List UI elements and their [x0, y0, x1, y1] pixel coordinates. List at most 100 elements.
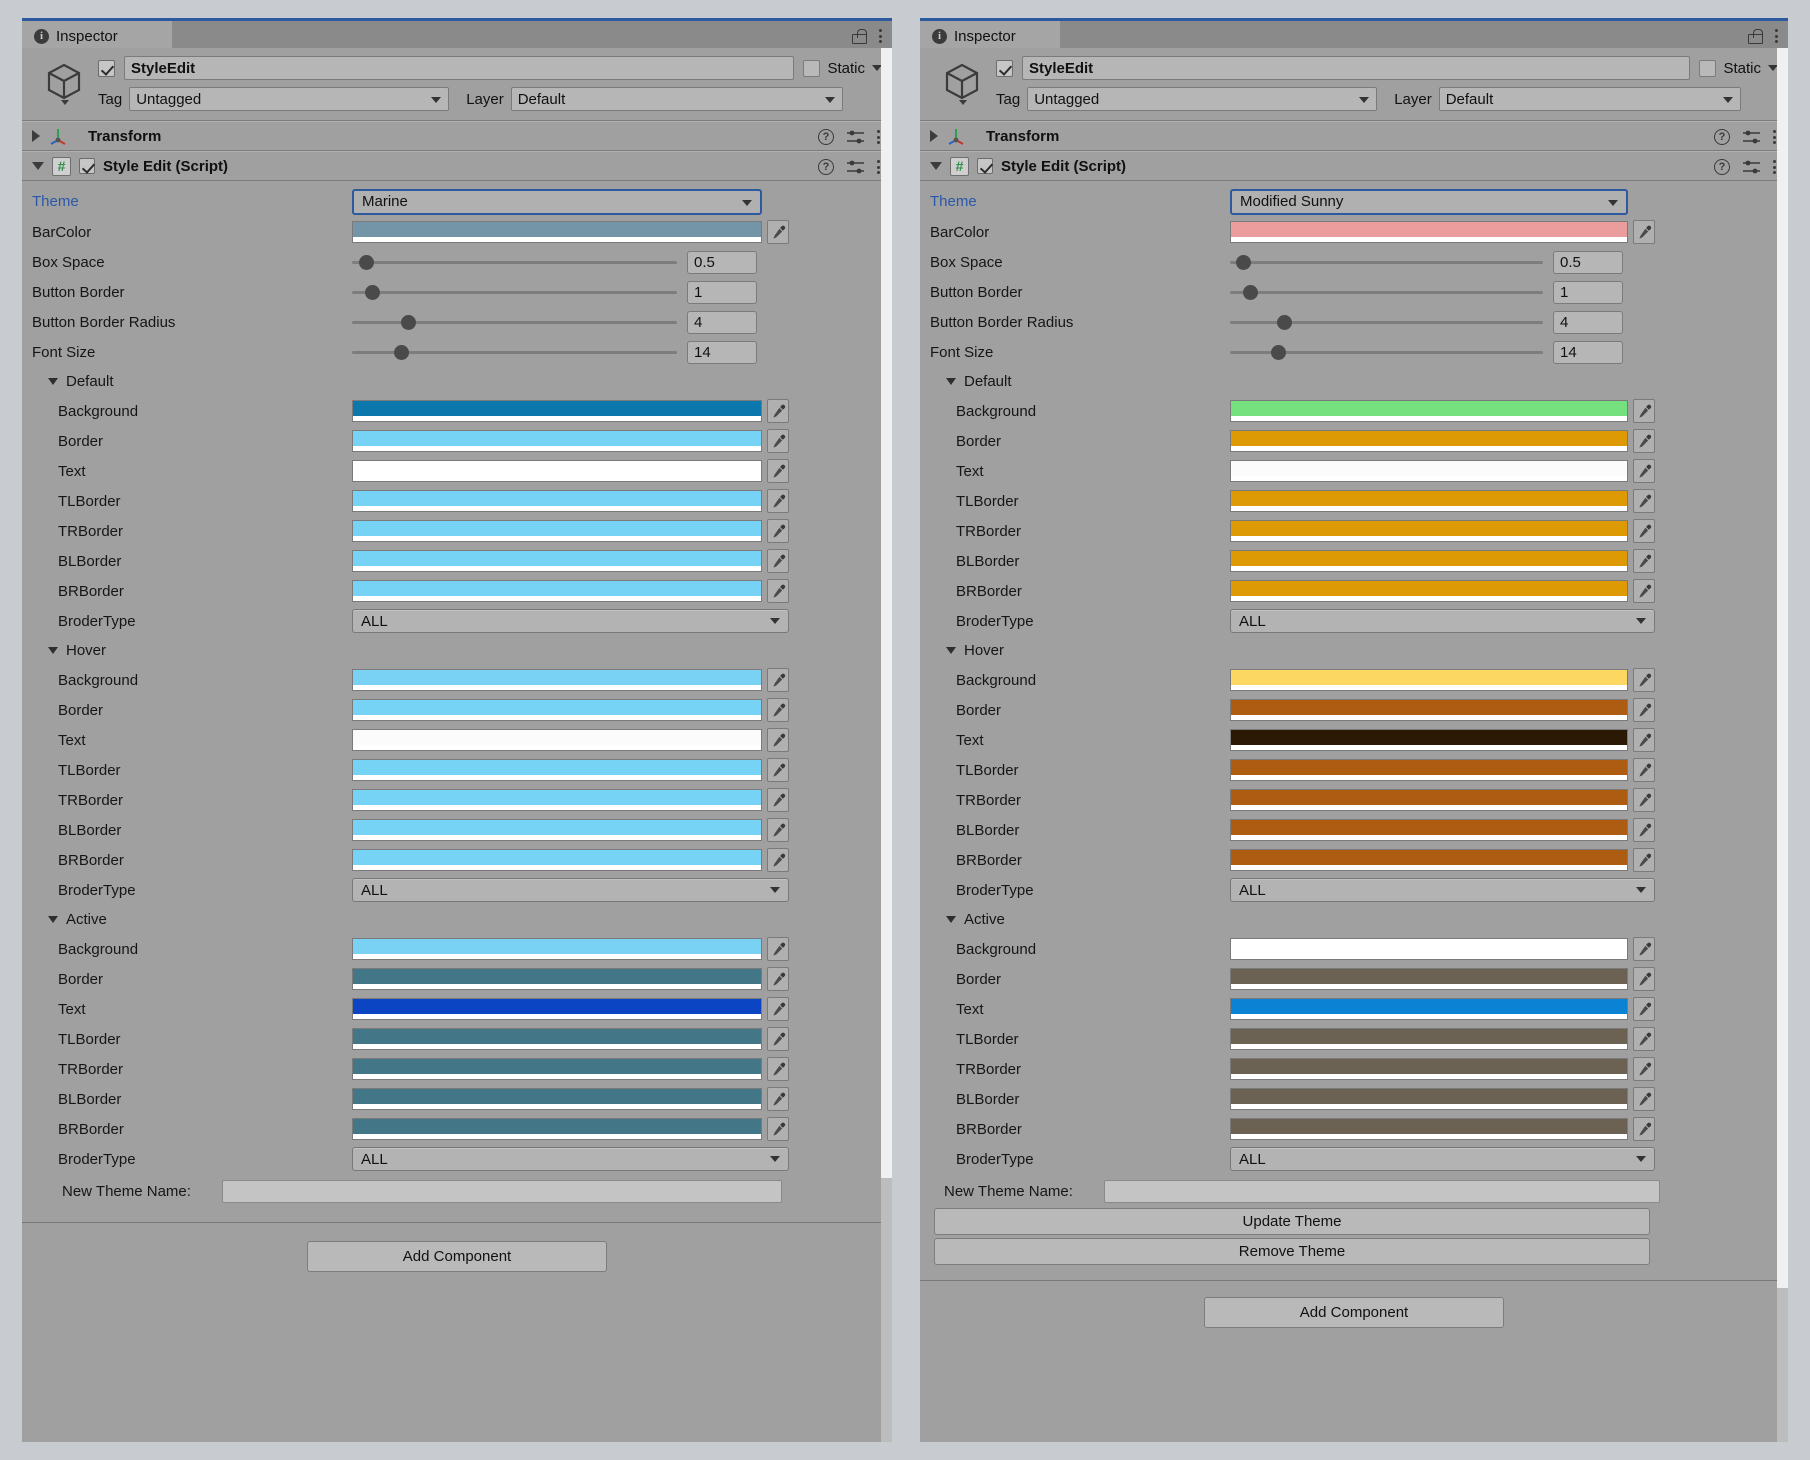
slider-font-size[interactable]: [1230, 340, 1543, 364]
object-enabled-checkbox[interactable]: [996, 59, 1013, 77]
color-swatch-border[interactable]: [352, 699, 762, 721]
color-swatch-brborder[interactable]: [1230, 1118, 1628, 1140]
foldout-arrow-icon[interactable]: [946, 378, 956, 385]
color-swatch-trborder[interactable]: [1230, 789, 1628, 811]
color-swatch-brborder[interactable]: [1230, 580, 1628, 602]
bordertype-dropdown[interactable]: ALL: [1230, 1147, 1655, 1171]
eyedropper-icon[interactable]: [767, 788, 789, 812]
slider-knob[interactable]: [358, 254, 374, 270]
eyedropper-icon[interactable]: [1633, 1087, 1655, 1111]
color-swatch-background[interactable]: [352, 938, 762, 960]
color-swatch-text[interactable]: [352, 729, 762, 751]
slider-knob[interactable]: [400, 314, 416, 330]
object-name-input[interactable]: StyleEdit: [1022, 56, 1691, 80]
eyedropper-icon[interactable]: [767, 429, 789, 453]
color-swatch-blborder[interactable]: [1230, 819, 1628, 841]
eyedropper-icon[interactable]: [767, 668, 789, 692]
tab-inspector-right[interactable]: i Inspector: [920, 21, 1060, 51]
kebab-menu-icon[interactable]: [877, 160, 880, 174]
foldout-arrow-icon[interactable]: [930, 162, 942, 170]
kebab-menu-icon[interactable]: [1773, 160, 1776, 174]
slider-box-space[interactable]: [1230, 250, 1543, 274]
foldout-arrow-icon[interactable]: [946, 916, 956, 923]
eyedropper-icon[interactable]: [1633, 1117, 1655, 1141]
color-swatch-background[interactable]: [352, 400, 762, 422]
foldout-arrow-icon[interactable]: [48, 647, 58, 654]
foldout-arrow-icon[interactable]: [930, 130, 938, 142]
bordertype-dropdown[interactable]: ALL: [352, 1147, 789, 1171]
scrollbar-thumb[interactable]: [1777, 48, 1788, 1288]
slider-knob[interactable]: [1236, 254, 1252, 270]
eyedropper-icon[interactable]: [767, 399, 789, 423]
bordertype-dropdown[interactable]: ALL: [1230, 878, 1655, 902]
color-swatch-blborder[interactable]: [352, 1088, 762, 1110]
slider-button-border-radius[interactable]: [1230, 310, 1543, 334]
color-swatch-trborder[interactable]: [352, 1058, 762, 1080]
color-swatch-trborder[interactable]: [352, 520, 762, 542]
eyedropper-icon[interactable]: [767, 220, 789, 244]
slider-box-space[interactable]: [352, 250, 677, 274]
color-swatch-background[interactable]: [352, 669, 762, 691]
slider-knob[interactable]: [1270, 344, 1286, 360]
kebab-menu-icon[interactable]: [879, 29, 882, 43]
foldout-active[interactable]: Active: [22, 905, 892, 934]
color-swatch-barcolor[interactable]: [352, 221, 762, 243]
tag-dropdown[interactable]: Untagged: [129, 87, 450, 111]
component-header-styleedit-left[interactable]: # Style Edit (Script) ?: [22, 151, 892, 181]
color-swatch-tlborder[interactable]: [352, 1028, 762, 1050]
slider-value-input[interactable]: 4: [1553, 310, 1623, 334]
static-checkbox[interactable]: [803, 59, 821, 77]
kebab-menu-icon[interactable]: [1773, 130, 1776, 144]
eyedropper-icon[interactable]: [1633, 1027, 1655, 1051]
color-swatch-brborder[interactable]: [352, 849, 762, 871]
color-swatch-brborder[interactable]: [1230, 849, 1628, 871]
foldout-hover[interactable]: Hover: [22, 636, 892, 665]
eyedropper-icon[interactable]: [767, 489, 789, 513]
button-update-theme[interactable]: Update Theme: [934, 1208, 1650, 1235]
slider-value-input[interactable]: 14: [687, 340, 757, 364]
slider-knob[interactable]: [1242, 284, 1258, 300]
color-swatch-background[interactable]: [1230, 400, 1628, 422]
tag-dropdown[interactable]: Untagged: [1027, 87, 1378, 111]
help-icon[interactable]: ?: [818, 159, 834, 175]
help-icon[interactable]: ?: [1714, 159, 1730, 175]
scrollbar-thumb[interactable]: [881, 48, 892, 1178]
slider-value-input[interactable]: 14: [1553, 340, 1623, 364]
eyedropper-icon[interactable]: [767, 459, 789, 483]
new-theme-name-input[interactable]: [222, 1179, 782, 1203]
eyedropper-icon[interactable]: [1633, 967, 1655, 991]
bordertype-dropdown[interactable]: ALL: [1230, 609, 1655, 633]
color-swatch-blborder[interactable]: [352, 819, 762, 841]
eyedropper-icon[interactable]: [767, 1117, 789, 1141]
add-component-button[interactable]: Add Component: [307, 1241, 607, 1272]
foldout-arrow-icon[interactable]: [48, 916, 58, 923]
eyedropper-icon[interactable]: [1633, 668, 1655, 692]
bordertype-dropdown[interactable]: ALL: [352, 878, 789, 902]
color-swatch-border[interactable]: [352, 968, 762, 990]
foldout-default[interactable]: Default: [920, 367, 1788, 396]
component-header-styleedit-right[interactable]: # Style Edit (Script) ?: [920, 151, 1788, 181]
slider-value-input[interactable]: 1: [1553, 280, 1623, 304]
eyedropper-icon[interactable]: [767, 997, 789, 1021]
color-swatch-blborder[interactable]: [1230, 550, 1628, 572]
color-swatch-barcolor[interactable]: [1230, 221, 1628, 243]
slider-button-border-radius[interactable]: [352, 310, 677, 334]
eyedropper-icon[interactable]: [1633, 937, 1655, 961]
slider-knob[interactable]: [1276, 314, 1292, 330]
new-theme-name-input[interactable]: [1104, 1179, 1660, 1203]
color-swatch-brborder[interactable]: [352, 580, 762, 602]
component-header-transform-right[interactable]: Transform ?: [920, 121, 1788, 151]
component-header-transform-left[interactable]: Transform ?: [22, 121, 892, 151]
eyedropper-icon[interactable]: [767, 728, 789, 752]
eyedropper-icon[interactable]: [1633, 728, 1655, 752]
eyedropper-icon[interactable]: [1633, 1057, 1655, 1081]
color-swatch-border[interactable]: [1230, 699, 1628, 721]
bordertype-dropdown[interactable]: ALL: [352, 609, 789, 633]
vertical-scrollbar-left[interactable]: [881, 48, 892, 1442]
eyedropper-icon[interactable]: [1633, 758, 1655, 782]
eyedropper-icon[interactable]: [1633, 997, 1655, 1021]
slider-value-input[interactable]: 0.5: [687, 250, 757, 274]
preset-icon[interactable]: [847, 130, 864, 145]
object-name-input[interactable]: StyleEdit: [124, 56, 795, 80]
object-enabled-checkbox[interactable]: [98, 59, 115, 77]
